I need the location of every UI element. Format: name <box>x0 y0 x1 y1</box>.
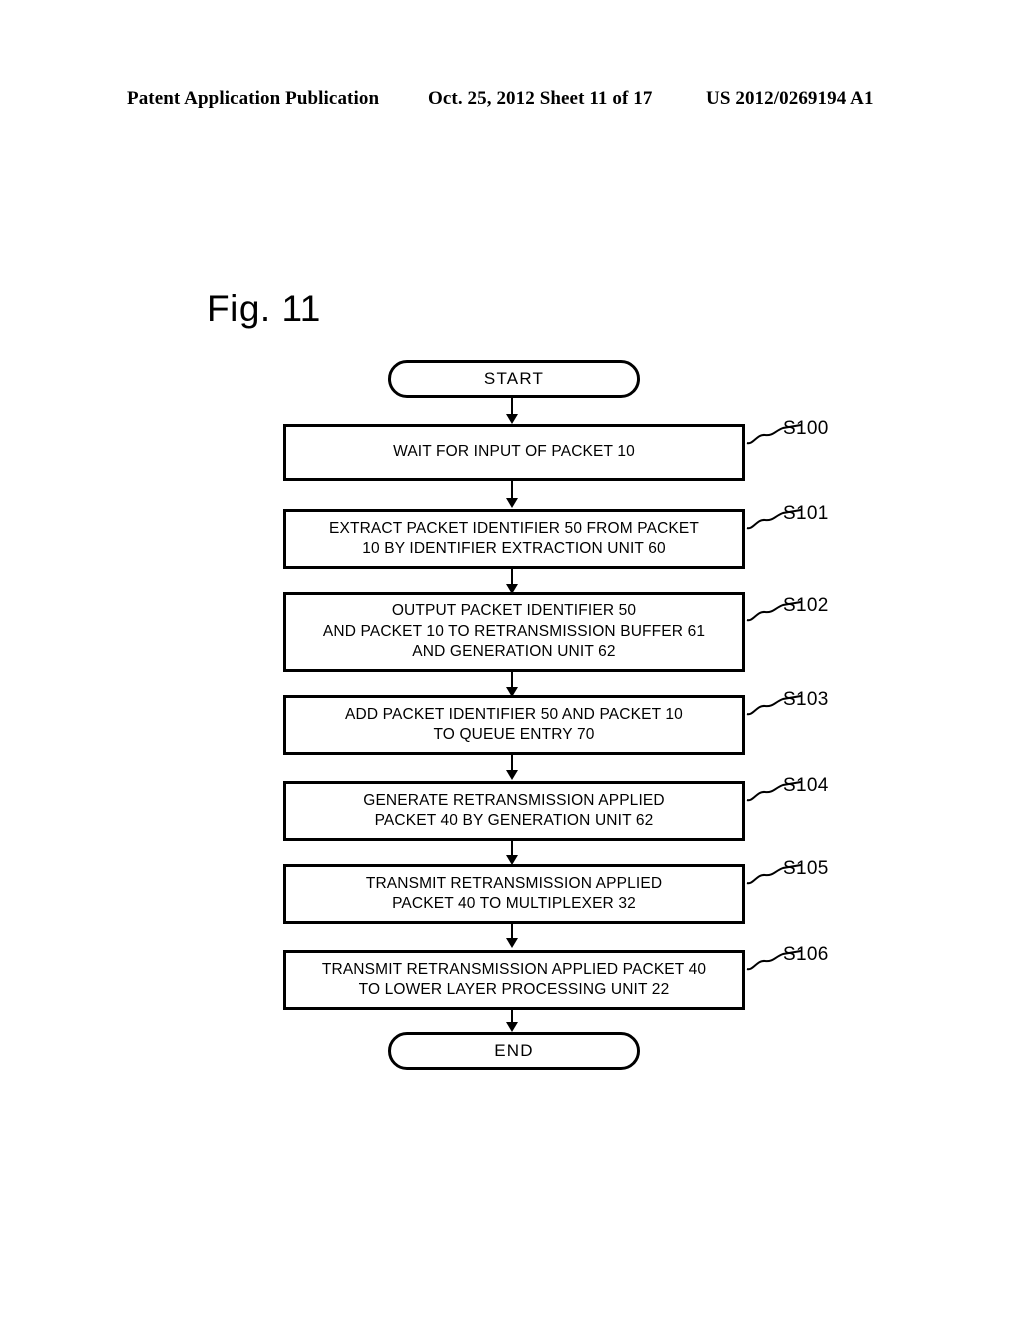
step-ref-s106: S106 <box>783 944 829 965</box>
flow-node-s100: WAIT FOR INPUT OF PACKET 10 <box>283 424 745 481</box>
flow-node-s102-line-3: AND GENERATION UNIT 62 <box>412 643 616 661</box>
flow-node-s106: TRANSMIT RETRANSMISSION APPLIED PACKET 4… <box>283 950 745 1010</box>
arrowhead-end <box>506 1022 518 1032</box>
flow-node-s100-line-1: WAIT FOR INPUT OF PACKET 10 <box>393 443 635 461</box>
flow-node-s103-line-2: TO QUEUE ENTRY 70 <box>433 726 595 743</box>
flowchart: START WAIT FOR INPUT OF PACKET 10 S100 E… <box>0 0 1024 1320</box>
flow-node-s106-line-2: TO LOWER LAYER PROCESSING UNIT 22 <box>358 981 670 998</box>
flow-node-s104-line-2: PACKET 40 BY GENERATION UNIT 62 <box>374 812 654 829</box>
arrowhead-s104 <box>506 770 518 780</box>
flow-node-start: START <box>388 360 640 398</box>
flow-node-start-label: START <box>483 369 545 388</box>
flow-node-s102-line-2: AND PACKET 10 TO RETRANSMISSION BUFFER 6… <box>322 622 706 640</box>
flow-node-s105-line-1: TRANSMIT RETRANSMISSION APPLIED <box>365 874 663 892</box>
step-ref-s102: S102 <box>783 595 829 616</box>
step-ref-s103: S103 <box>783 689 829 710</box>
flow-node-s103-line-1: ADD PACKET IDENTIFIER 50 AND PACKET 10 <box>345 705 683 723</box>
flow-node-s105: TRANSMIT RETRANSMISSION APPLIED PACKET 4… <box>283 864 745 924</box>
flow-node-s104-line-1: GENERATE RETRANSMISSION APPLIED <box>363 791 665 809</box>
flow-node-s104: GENERATE RETRANSMISSION APPLIED PACKET 4… <box>283 781 745 841</box>
arrowhead-s101 <box>506 498 518 508</box>
arrowhead-s106 <box>506 938 518 948</box>
step-ref-s104: S104 <box>783 775 829 796</box>
step-ref-s100: S100 <box>783 418 829 439</box>
step-ref-s101: S101 <box>783 503 829 524</box>
flow-node-s101: EXTRACT PACKET IDENTIFIER 50 FROM PACKET… <box>283 509 745 569</box>
arrowhead-s100 <box>506 414 518 424</box>
step-ref-s105: S105 <box>783 858 829 879</box>
flow-node-end-label: END <box>494 1041 534 1060</box>
flow-node-s102: OUTPUT PACKET IDENTIFIER 50 AND PACKET 1… <box>283 592 745 672</box>
flow-node-end: END <box>388 1032 640 1070</box>
flow-node-s101-line-2: 10 BY IDENTIFIER EXTRACTION UNIT 60 <box>362 540 666 557</box>
flow-node-s105-line-2: PACKET 40 TO MULTIPLEXER 32 <box>392 895 636 912</box>
flow-node-s101-line-1: EXTRACT PACKET IDENTIFIER 50 FROM PACKET <box>328 519 700 537</box>
flow-node-s106-line-1: TRANSMIT RETRANSMISSION APPLIED PACKET 4… <box>321 960 707 978</box>
flow-node-s103: ADD PACKET IDENTIFIER 50 AND PACKET 10 T… <box>283 695 745 755</box>
flow-node-s102-line-1: OUTPUT PACKET IDENTIFIER 50 <box>391 602 637 620</box>
